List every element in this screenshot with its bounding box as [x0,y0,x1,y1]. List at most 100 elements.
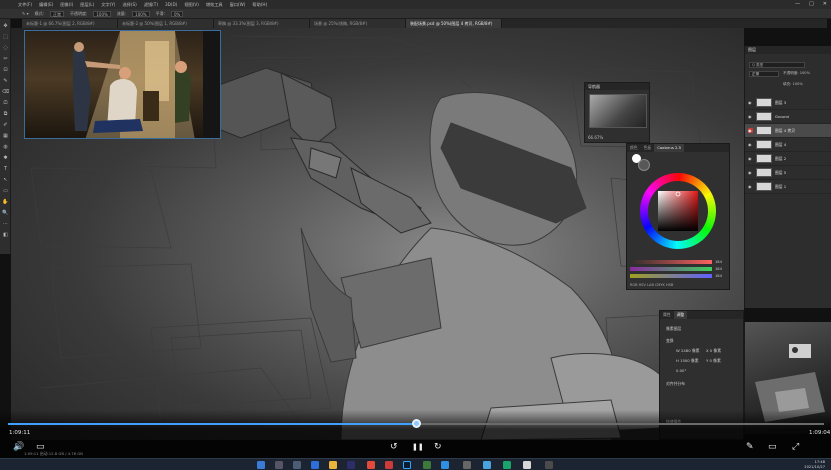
opacity-input[interactable]: 100% [93,10,111,17]
brush-preset-icon[interactable]: ✎ ▾ [22,11,29,16]
tool-icon[interactable]: ⎚ [2,100,9,106]
fullscreen-icon[interactable]: ⤢ [792,442,799,452]
y-field[interactable]: Y 0 像素 [706,358,721,364]
smooth-input[interactable]: 0% [170,10,184,17]
app3-icon[interactable] [545,461,553,469]
mode-select[interactable]: 正常 [50,10,64,17]
tool-icon[interactable]: ✂ [2,56,9,62]
document-tab[interactable]: 草稿 @ 33.3%(图层 3, RGB/8#) [214,19,310,28]
tool-icon[interactable]: ✐ [2,122,9,128]
tool-icon[interactable]: ⬚ [2,34,9,40]
navigator-thumbnail[interactable] [589,94,647,128]
color-modes[interactable]: RGB HSV LAB CMYK HSB [630,283,673,287]
app-icon[interactable] [347,461,355,469]
document-tab[interactable]: 未标题-2 @ 50%(图层 1, RGB/8#) [118,19,214,28]
color-slider[interactable] [630,267,712,271]
system-clock[interactable]: 17:48 2021/10/27 [804,460,825,469]
tool-icon[interactable]: ◌ [2,45,9,51]
tool-icon[interactable]: ✋ [2,199,9,205]
layer-opacity[interactable]: 不透明度: 100% [783,71,810,76]
menu-item[interactable]: 增效工具 [206,2,223,8]
menu-item[interactable]: 视图(V) [184,2,199,8]
angle-field[interactable]: 0.00° [676,368,686,373]
bilibili-icon[interactable] [483,461,491,469]
tab-properties[interactable]: 属性 [660,311,674,319]
menu-item[interactable]: 文件(F) [18,2,32,8]
color-slider-value[interactable]: 184 [715,267,722,271]
layer-row[interactable]: ◉ Ground [745,110,831,124]
maximize-button[interactable]: □ [809,1,814,7]
tool-icon[interactable]: ✱ [2,155,9,161]
tool-icon[interactable]: ⋯ [2,221,9,227]
width-field[interactable]: W 2480 像素 [676,348,699,354]
color-slider[interactable] [630,274,712,278]
navigator-zoom[interactable]: 66.67% [588,135,603,140]
layer-fill[interactable]: 填充: 100% [783,82,803,87]
x-field[interactable]: X 0 像素 [706,348,721,354]
file-explorer-icon[interactable] [329,461,337,469]
menu-item[interactable]: 帮助(H) [252,2,267,8]
layer-row[interactable]: ◉ 图层 4 拷贝 [745,124,831,138]
color-wheel[interactable] [639,172,717,250]
eye-icon[interactable]: ◉ [748,128,753,133]
tool-icon[interactable]: ✎ [2,78,9,84]
menu-item[interactable]: 滤镜(T) [144,2,158,8]
height-field[interactable]: H 1500 像素 [676,358,699,364]
close-button[interactable]: ✕ [823,1,827,7]
photoshop-taskbar-icon[interactable] [403,461,411,469]
music-icon[interactable] [385,461,393,469]
picture-in-picture-icon[interactable]: ▭ [768,442,777,452]
tool-icon[interactable]: ⧉ [2,111,9,117]
layer-row[interactable]: ◉ 图层 3 [745,96,831,110]
edge-icon[interactable] [311,461,319,469]
layer-row[interactable]: ◉ 图层 4 [745,138,831,152]
tool-icon[interactable]: ↖ [2,177,9,183]
tab-adjustments[interactable]: 调整 [673,311,688,319]
menu-item[interactable]: 编辑(E) [39,2,53,8]
tool-icon[interactable]: 🔍 [2,210,9,216]
tab-coolorus[interactable]: Coolorus 2.5 [654,144,685,152]
eye-icon[interactable]: ◉ [748,114,753,119]
tab-color[interactable]: 颜色 [627,144,641,152]
start-icon[interactable] [257,461,265,469]
player-icon[interactable] [463,461,471,469]
forward-icon[interactable]: ↻ [434,442,442,452]
foreground-color-swatch[interactable] [638,159,650,171]
menu-item[interactable]: 窗口(W) [230,2,246,8]
volume-icon[interactable]: 🔊 [13,442,24,452]
flow-input[interactable]: 100% [132,10,150,17]
app2-icon[interactable] [503,461,511,469]
task-view-icon[interactable] [293,461,301,469]
eye-icon[interactable]: ◉ [748,100,753,105]
tool-icon[interactable]: ✥ [2,23,9,29]
progress-scrubber[interactable] [411,419,421,428]
search-icon[interactable] [275,461,283,469]
eye-icon[interactable]: ◉ [748,184,753,189]
hue-ring[interactable] [639,172,717,250]
color-slider[interactable] [630,260,712,264]
notes-icon[interactable] [523,461,531,469]
rewind-icon[interactable]: ↺ [390,442,398,452]
layer-row[interactable]: ◉ 图层 1 [745,180,831,194]
eye-icon[interactable]: ◉ [748,170,753,175]
tool-icon[interactable]: ⌫ [2,89,9,95]
tool-icon[interactable]: ▭ [2,188,9,194]
blend-mode-select[interactable]: 正常 [749,71,779,77]
chrome-icon[interactable] [367,461,375,469]
tool-icon[interactable]: ▦ [2,133,9,139]
tool-icon[interactable]: ⊡ [2,67,9,73]
layer-row[interactable]: ◉ 图层 2 [745,152,831,166]
tab-swatches[interactable]: 色板 [641,144,655,152]
eye-icon[interactable]: ◉ [748,156,753,161]
menu-item[interactable]: 图层(L) [80,2,94,8]
tool-icon[interactable]: ◍ [2,144,9,150]
layers-filter-input[interactable]: Q 类型 [749,62,805,68]
document-tab[interactable]: 装配场景.psd @ 50%(图层 4 拷贝, RGB/8#) [406,19,502,28]
minimize-button[interactable]: — [795,1,800,7]
layer-row[interactable]: ◉ 图层 5 [745,166,831,180]
tool-icon[interactable]: T [2,166,9,172]
menu-item[interactable]: 选择(S) [122,2,136,8]
eye-icon[interactable]: ◉ [748,142,753,147]
document-tab[interactable]: 场景 @ 25%(线稿, RGB/8#) [310,19,406,28]
pen-icon[interactable]: ✎ [746,442,754,452]
